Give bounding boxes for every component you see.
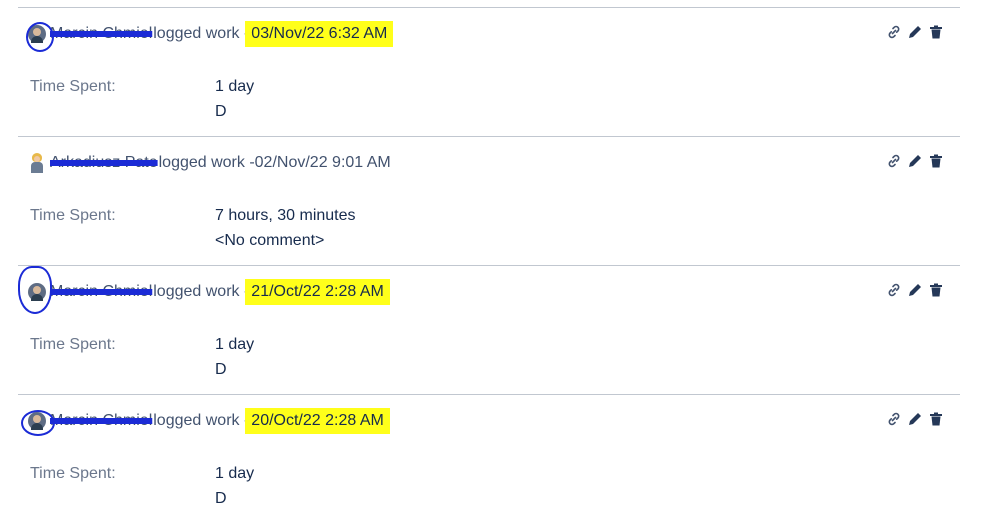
- time-spent-row: Time Spent: 1 day D: [30, 78, 254, 124]
- trash-icon[interactable]: [928, 24, 944, 40]
- time-spent-value-group: 1 day D: [215, 74, 254, 124]
- time-spent-label: Time Spent:: [30, 465, 116, 482]
- worklog-comment: D: [215, 361, 227, 378]
- avatar[interactable]: [28, 153, 46, 173]
- worklog-entry: Arkadiusz Pate logged work - 02/Nov/22 9…: [18, 136, 960, 266]
- trash-icon[interactable]: [928, 411, 944, 427]
- logged-work-text: logged work -: [158, 154, 255, 171]
- worklog-comment: <No comment>: [215, 232, 325, 249]
- time-spent-row: Time Spent: 7 hours, 30 minutes <No comm…: [30, 207, 356, 253]
- time-spent-value-group: 1 day D: [215, 461, 254, 511]
- worklog-entry: Marcin Chmiel logged work - 21/Oct/22 2:…: [18, 265, 960, 395]
- worklog-date[interactable]: 03/Nov/22 6:32 AM: [245, 21, 394, 47]
- annotation-circle: [21, 410, 55, 436]
- worklog-header: Marcin Chmiel logged work - 21/Oct/22 2:…: [28, 279, 390, 305]
- user-link[interactable]: Marcin Chmiel: [50, 412, 152, 430]
- annotation-circle: [26, 22, 54, 52]
- user-link[interactable]: Marcin Chmiel: [50, 283, 152, 301]
- time-spent-row: Time Spent: 1 day D: [30, 336, 254, 382]
- worklog-header: Arkadiusz Pate logged work - 02/Nov/22 9…: [28, 151, 391, 175]
- link-icon[interactable]: [886, 282, 902, 298]
- worklog-actions: [886, 411, 944, 427]
- pencil-icon[interactable]: [907, 24, 923, 40]
- time-spent-row: Time Spent: 1 day D: [30, 465, 254, 511]
- pencil-icon[interactable]: [907, 411, 923, 427]
- link-icon[interactable]: [886, 411, 902, 427]
- pencil-icon[interactable]: [907, 282, 923, 298]
- pencil-icon[interactable]: [907, 153, 923, 169]
- worklog-comment: D: [215, 103, 227, 120]
- time-spent-label: Time Spent:: [30, 207, 116, 224]
- trash-icon[interactable]: [928, 153, 944, 169]
- worklog-actions: [886, 24, 944, 40]
- worklog-date[interactable]: 20/Oct/22 2:28 AM: [245, 408, 390, 434]
- time-spent-label: Time Spent:: [30, 78, 116, 95]
- logged-work-text: logged work -: [153, 283, 250, 300]
- user-link[interactable]: Marcin Chmiel: [50, 25, 152, 43]
- trash-icon[interactable]: [928, 282, 944, 298]
- worklog-actions: [886, 153, 944, 169]
- time-spent-label: Time Spent:: [30, 336, 116, 353]
- worklog-date[interactable]: 21/Oct/22 2:28 AM: [245, 279, 390, 305]
- user-link[interactable]: Arkadiusz Pate: [50, 154, 158, 172]
- worklog-actions: [886, 282, 944, 298]
- worklog-entry: Marcin Chmiel logged work - 03/Nov/22 6:…: [18, 7, 960, 137]
- worklog-header: Marcin Chmiel logged work - 20/Oct/22 2:…: [28, 408, 390, 434]
- logged-work-text: logged work -: [153, 25, 250, 42]
- worklog-entry: Marcin Chmiel logged work - 20/Oct/22 2:…: [18, 394, 960, 516]
- link-icon[interactable]: [886, 24, 902, 40]
- time-spent-value: 1 day: [215, 465, 255, 482]
- annotation-circle: [18, 266, 52, 314]
- worklog-header: Marcin Chmiel logged work - 03/Nov/22 6:…: [28, 21, 394, 47]
- worklog-date[interactable]: 02/Nov/22 9:01 AM: [255, 154, 391, 172]
- time-spent-value-group: 7 hours, 30 minutes <No comment>: [215, 203, 356, 253]
- time-spent-value: 1 day: [215, 336, 255, 353]
- time-spent-value-group: 1 day D: [215, 332, 254, 382]
- worklog-comment: D: [215, 490, 227, 507]
- link-icon[interactable]: [886, 153, 902, 169]
- logged-work-text: logged work -: [153, 412, 250, 429]
- time-spent-value: 1 day: [215, 78, 255, 95]
- time-spent-value: 7 hours, 30 minutes: [215, 207, 356, 224]
